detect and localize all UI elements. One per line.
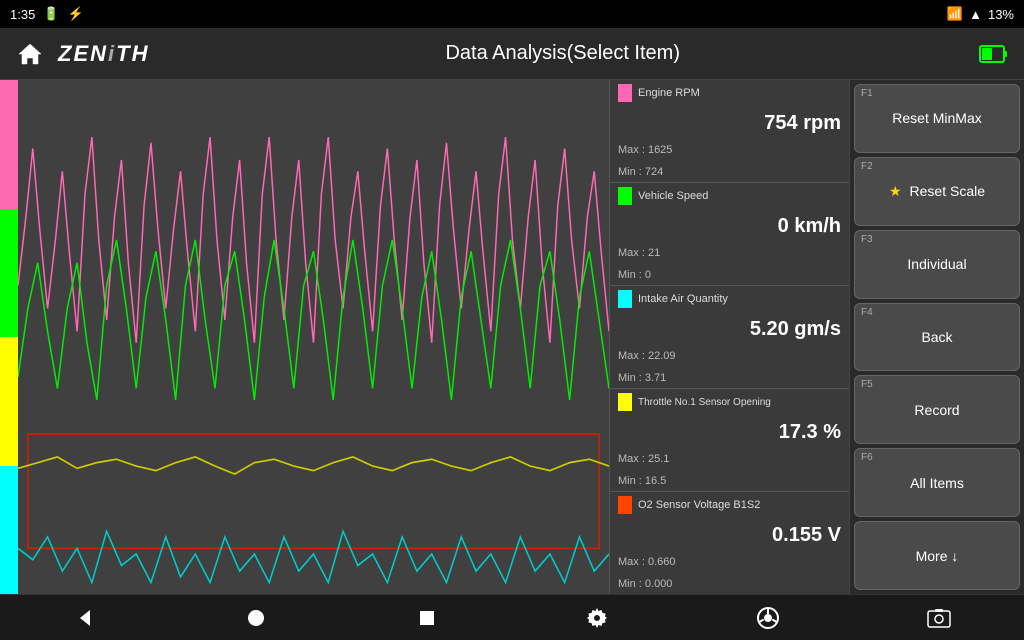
battery-pct: 13% xyxy=(988,7,1014,22)
nav-bar xyxy=(0,594,1024,640)
f1-button-text: Reset MinMax xyxy=(892,110,981,126)
intake-air-row: Intake Air Quantity 5.20 gm/s Max : 22.0… xyxy=(610,286,849,389)
rpm-value: 754 rpm xyxy=(618,112,841,135)
settings-nav-button[interactable] xyxy=(572,600,622,636)
speed-max: Max : 21 xyxy=(618,247,841,259)
f1-reset-minmax-button[interactable]: F1 Reset MinMax xyxy=(854,84,1020,153)
function-buttons-panel: F1 Reset MinMax F2 ★ Reset Scale F3 Indi… xyxy=(849,80,1024,594)
back-nav-button[interactable] xyxy=(60,600,110,636)
rpm-bar xyxy=(0,80,18,209)
status-bar: 1:35 🔋 ⚡ 📶 ▲ 13% xyxy=(0,0,1024,28)
engine-rpm-row: Engine RPM 754 rpm Max : 1625 Min : 724 xyxy=(610,80,849,183)
f2-button-text: Reset Scale xyxy=(910,183,985,199)
chrome-nav-button[interactable] xyxy=(743,600,793,636)
chart-svg xyxy=(18,80,609,594)
f5-button-text: Record xyxy=(914,402,959,418)
o2-sensor-row: O2 Sensor Voltage B1S2 0.155 V Max : 0.6… xyxy=(610,492,849,594)
status-time: 1:35 xyxy=(10,7,35,22)
o2-max: Max : 0.660 xyxy=(618,556,841,568)
throttle-color-indicator xyxy=(618,393,632,411)
recents-nav-button[interactable] xyxy=(402,600,452,636)
speed-bar xyxy=(0,209,18,338)
signal-icon: 📶 xyxy=(947,6,963,22)
o2-label: O2 Sensor Voltage B1S2 xyxy=(638,499,760,511)
f2-label: F2 xyxy=(861,161,873,172)
header: ZENiTH Data Analysis(Select Item) xyxy=(0,28,1024,80)
throttle-row: Throttle No.1 Sensor Opening 17.3 % Max … xyxy=(610,389,849,492)
screenshot-nav-button[interactable] xyxy=(914,600,964,636)
chart-area xyxy=(0,80,609,594)
f6-button-text: All Items xyxy=(910,475,964,491)
intake-label: Intake Air Quantity xyxy=(638,293,728,305)
f6-label: F6 xyxy=(861,452,873,463)
home-button[interactable] xyxy=(12,36,48,72)
page-title: Data Analysis(Select Item) xyxy=(149,42,976,65)
throttle-bar xyxy=(0,337,18,466)
o2-color-indicator xyxy=(618,496,632,514)
status-left: 1:35 🔋 ⚡ xyxy=(10,6,84,22)
f4-back-button[interactable]: F4 Back xyxy=(854,303,1020,372)
rpm-color-indicator xyxy=(618,84,632,102)
f3-button-text: Individual xyxy=(907,256,966,272)
home-nav-button[interactable] xyxy=(231,600,281,636)
o2-value: 0.155 V xyxy=(618,524,841,547)
data-panel: Engine RPM 754 rpm Max : 1625 Min : 724 … xyxy=(609,80,849,594)
f4-label: F4 xyxy=(861,307,873,318)
speed-min: Min : 0 xyxy=(618,269,841,281)
intake-color-indicator xyxy=(618,290,632,308)
f3-individual-button[interactable]: F3 Individual xyxy=(854,230,1020,299)
f3-label: F3 xyxy=(861,234,873,245)
f1-label: F1 xyxy=(861,88,873,99)
more-button-text: More ↓ xyxy=(916,548,959,564)
intake-max: Max : 22.09 xyxy=(618,350,841,362)
speed-value: 0 km/h xyxy=(618,215,841,238)
o2-min: Min : 0.000 xyxy=(618,578,841,590)
more-button[interactable]: More ↓ xyxy=(854,521,1020,590)
vehicle-speed-row: Vehicle Speed 0 km/h Max : 21 Min : 0 xyxy=(610,183,849,286)
speed-color-indicator xyxy=(618,187,632,205)
side-color-bars xyxy=(0,80,18,594)
battery-icon: 🔋 xyxy=(43,6,59,22)
throttle-max: Max : 25.1 xyxy=(618,453,841,465)
wifi-icon: ▲ xyxy=(969,7,982,22)
star-icon: ★ xyxy=(889,183,902,200)
f6-all-items-button[interactable]: F6 All Items xyxy=(854,448,1020,517)
intake-min: Min : 3.71 xyxy=(618,372,841,384)
throttle-min: Min : 16.5 xyxy=(618,475,841,487)
rpm-max: Max : 1625 xyxy=(618,144,841,156)
intake-value: 5.20 gm/s xyxy=(618,318,841,341)
status-right: 📶 ▲ 13% xyxy=(947,6,1014,22)
f2-reset-scale-button[interactable]: F2 ★ Reset Scale xyxy=(854,157,1020,226)
main-content: Engine RPM 754 rpm Max : 1625 Min : 724 … xyxy=(0,80,1024,594)
f4-button-text: Back xyxy=(921,329,952,345)
rpm-min: Min : 724 xyxy=(618,166,841,178)
battery-header-icon xyxy=(976,36,1012,72)
logo: ZENiTH xyxy=(58,41,149,67)
speed-label: Vehicle Speed xyxy=(638,190,708,202)
throttle-label: Throttle No.1 Sensor Opening xyxy=(638,397,771,408)
usb-icon: ⚡ xyxy=(68,6,84,22)
f5-record-button[interactable]: F5 Record xyxy=(854,375,1020,444)
f5-label: F5 xyxy=(861,379,873,390)
throttle-value: 17.3 % xyxy=(618,421,841,444)
o2-bar xyxy=(0,466,18,595)
rpm-label: Engine RPM xyxy=(638,87,700,99)
